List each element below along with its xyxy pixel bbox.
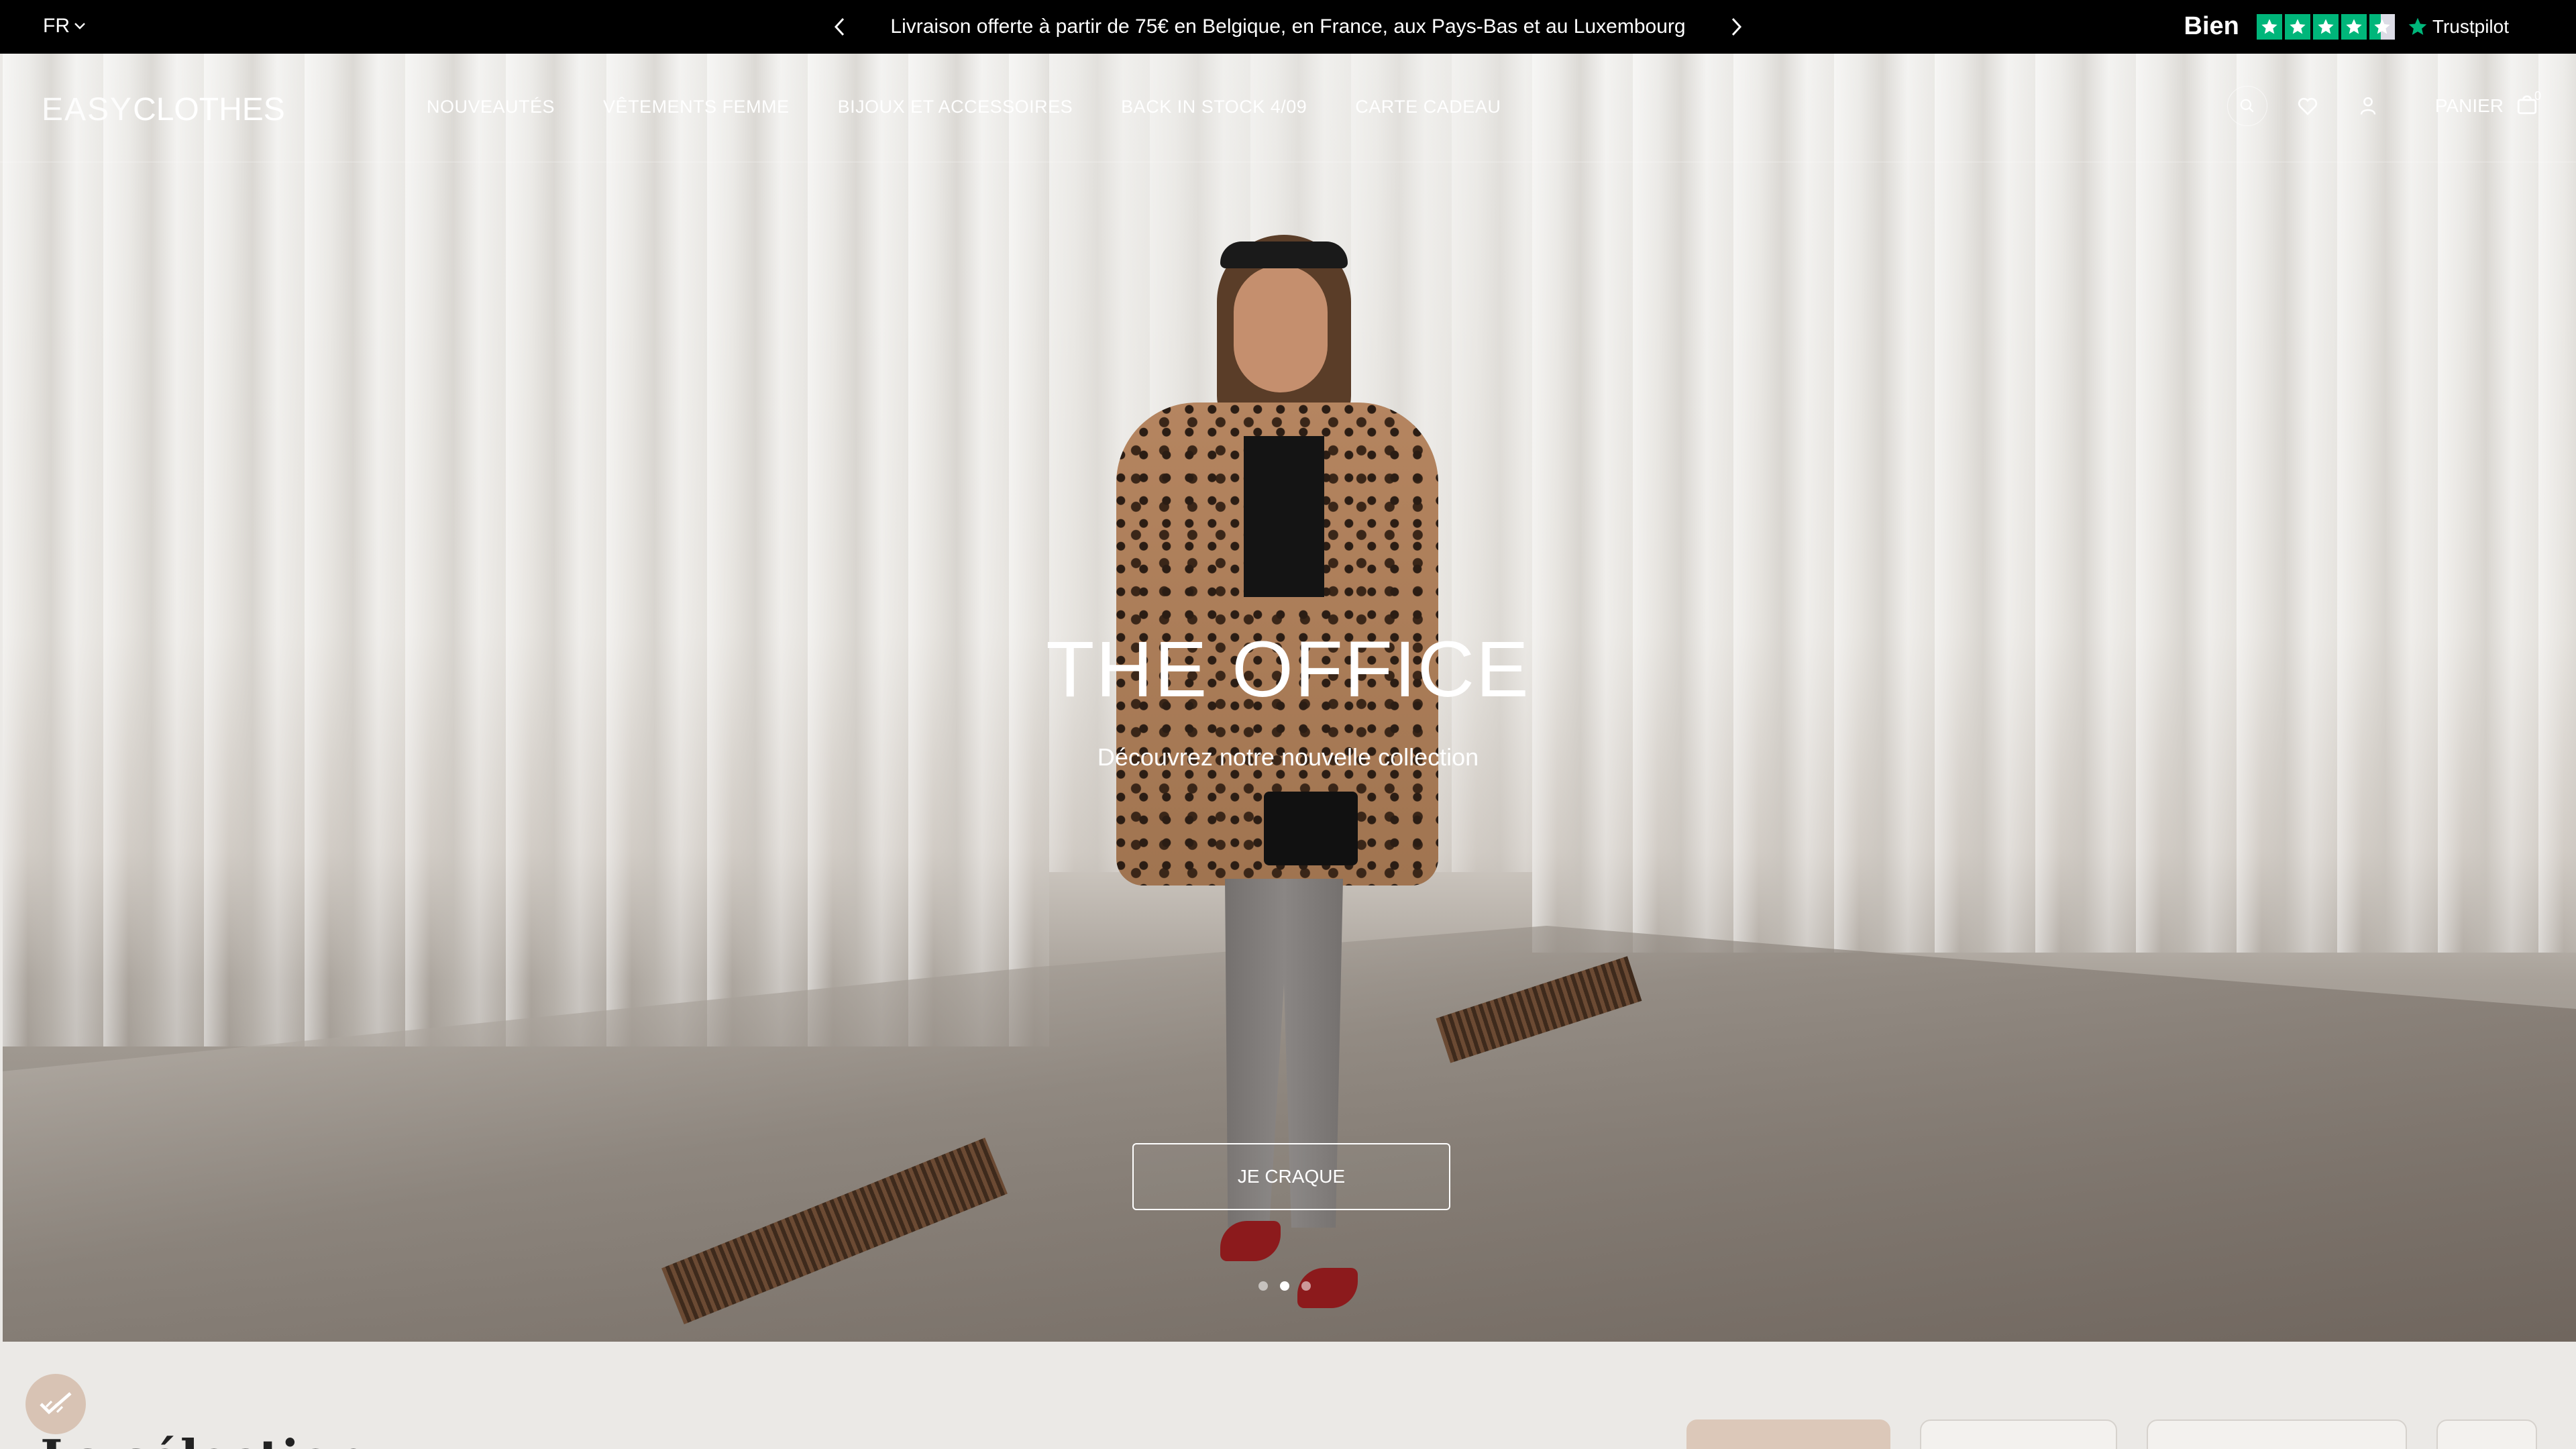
site-header: EASY CLOTHES NOUVEAUTÉS VÊTEMENTS FEMME … xyxy=(0,54,2576,162)
header-actions: PANIER 0 xyxy=(2226,86,2541,126)
nav-item-vetements-femme[interactable]: VÊTEMENTS FEMME xyxy=(603,97,790,117)
cart-label: PANIER xyxy=(2434,95,2504,116)
slider-dots xyxy=(1258,1281,1311,1291)
curtain xyxy=(3,54,1049,1046)
user-icon xyxy=(2360,97,2376,115)
hero-content: THE OFFICE Découvrez notre nouvelle coll… xyxy=(0,624,2576,771)
star-icon xyxy=(2256,13,2282,40)
trustpilot-brand-label: Trustpilot xyxy=(2432,15,2509,37)
star-icon xyxy=(2284,13,2310,40)
cookie-consent-button[interactable] xyxy=(25,1374,86,1434)
slider-dot[interactable] xyxy=(1301,1281,1311,1291)
slider-dot-active[interactable] xyxy=(1280,1281,1289,1291)
category-tab[interactable] xyxy=(2147,1419,2407,1449)
logo-easy-text: EASY xyxy=(42,92,133,127)
category-tab[interactable] xyxy=(2436,1419,2537,1449)
trustpilot-widget[interactable]: Bien Trustpilot xyxy=(2184,12,2509,41)
search-button[interactable] xyxy=(2226,86,2267,126)
cookie-check-icon xyxy=(40,1392,72,1415)
search-icon xyxy=(2240,99,2254,113)
wishlist-button[interactable] xyxy=(2288,86,2328,126)
slider-dot[interactable] xyxy=(1258,1281,1268,1291)
trustpilot-rating-label: Bien xyxy=(2184,12,2239,40)
heart-icon xyxy=(2298,97,2317,115)
selection-section: La sélection xyxy=(0,1342,2576,1449)
trustpilot-brand: Trustpilot xyxy=(2407,16,2509,38)
nav-item-back-in-stock[interactable]: BACK IN STOCK 4/09 xyxy=(1121,97,1307,117)
trustpilot-star-icon xyxy=(2408,17,2427,35)
nav-item-carte-cadeau[interactable]: CARTE CADEAU xyxy=(1355,97,1501,117)
category-tab[interactable] xyxy=(1920,1419,2117,1449)
hero-title: THE OFFICE xyxy=(1046,625,1530,714)
announcement-next-button[interactable] xyxy=(1723,13,1750,40)
nav-item-nouveautes[interactable]: NOUVEAUTÉS xyxy=(427,97,555,117)
announcement-prev-button[interactable] xyxy=(826,13,853,40)
nav-item-bijoux-accessoires[interactable]: BIJOUX ET ACCESSOIRES xyxy=(838,97,1073,117)
chevron-right-icon xyxy=(1731,17,1741,36)
curtain xyxy=(1532,54,2576,953)
star-half-icon xyxy=(2369,13,2395,40)
logo-clothes-text: CLOTHES xyxy=(133,92,285,127)
chevron-left-icon xyxy=(835,17,845,36)
account-button[interactable] xyxy=(2348,86,2388,126)
category-tabs xyxy=(1686,1419,2537,1449)
main-nav: NOUVEAUTÉS VÊTEMENTS FEMME BIJOUX ET ACC… xyxy=(427,97,1501,117)
hero-subtitle: Découvrez notre nouvelle collection xyxy=(1097,743,1479,771)
star-icon xyxy=(2341,13,2367,40)
site-logo[interactable]: EASY CLOTHES xyxy=(42,91,285,128)
announcement-bar: FR Livraison offerte à partir de 75€ en … xyxy=(0,0,2576,54)
announcement-text: Livraison offerte à partir de 75€ en Bel… xyxy=(890,15,1686,38)
trustpilot-stars xyxy=(2256,13,2395,40)
cart-count-badge: 0 xyxy=(2534,89,2541,103)
star-icon xyxy=(2312,13,2339,40)
cart-button[interactable]: PANIER 0 xyxy=(2434,89,2541,119)
category-tab[interactable] xyxy=(1686,1419,1890,1449)
hero-cta-button[interactable]: JE CRAQUE xyxy=(1132,1143,1450,1210)
section-title: La sélection xyxy=(40,1429,367,1449)
